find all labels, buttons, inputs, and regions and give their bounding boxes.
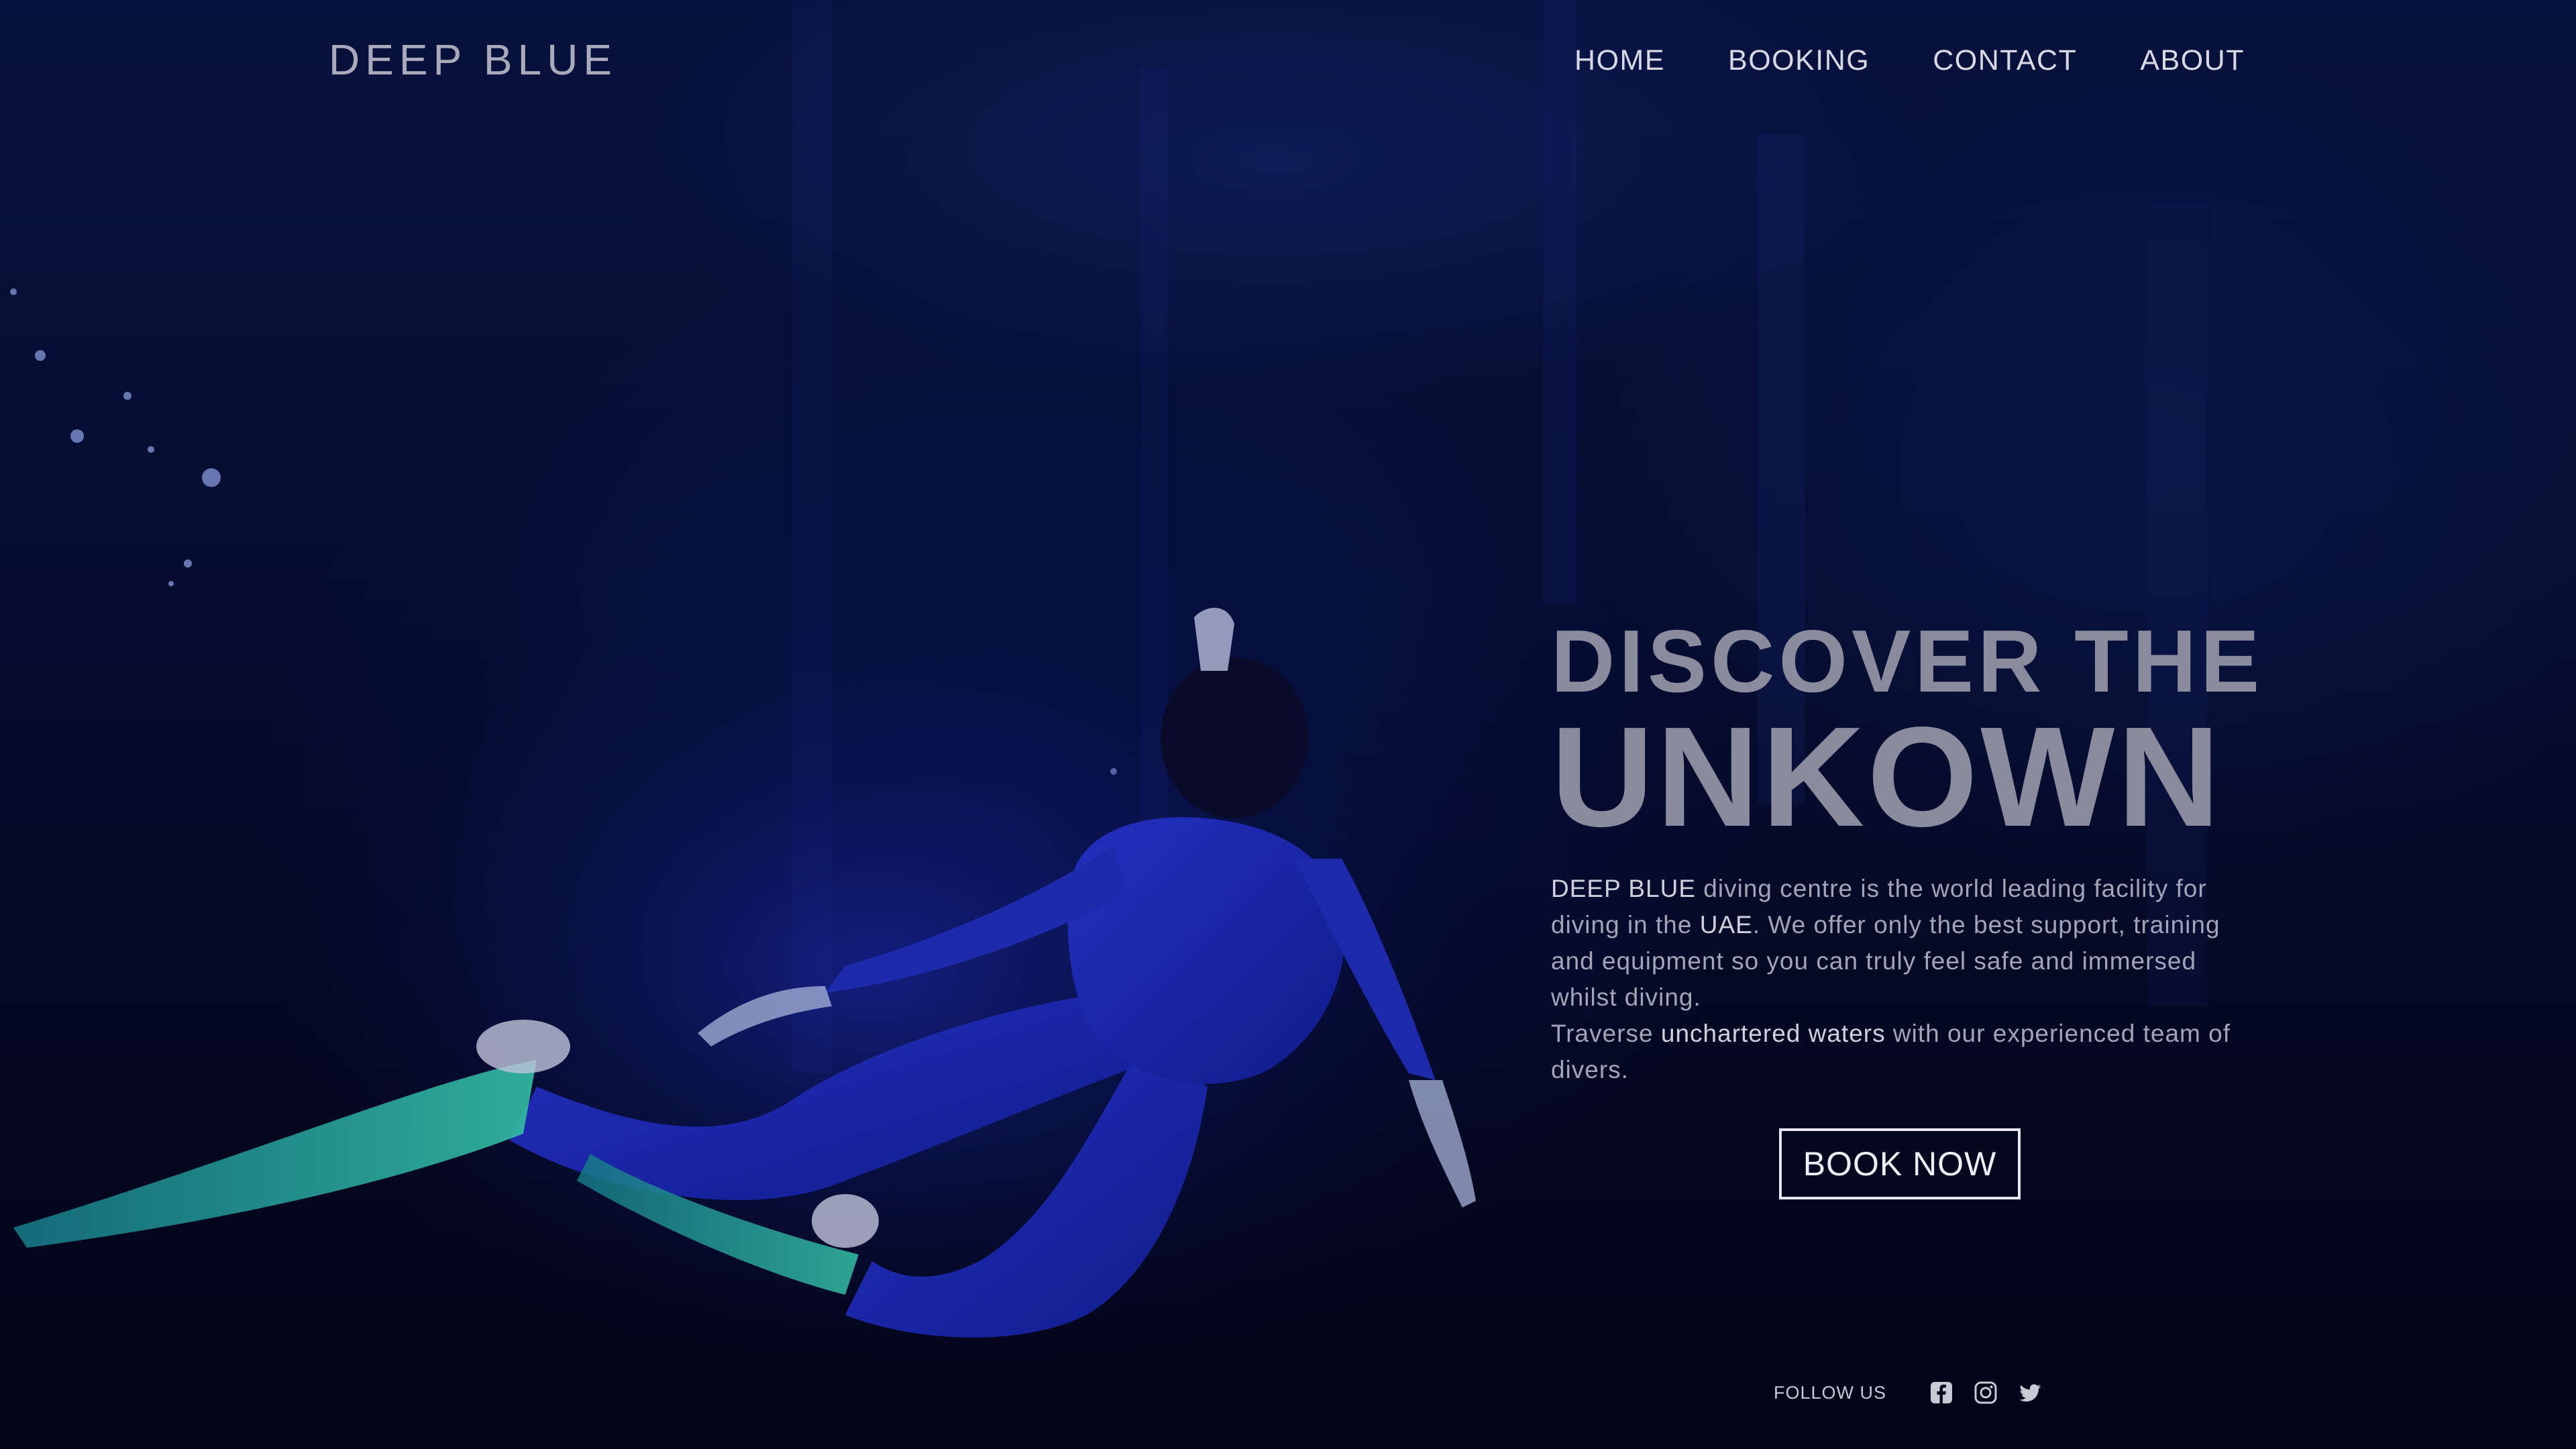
hero-description: DEEP BLUE diving centre is the world lea… bbox=[1551, 871, 2249, 1088]
headline-line-1: DISCOVER THE bbox=[1551, 612, 2264, 710]
description-uae: UAE bbox=[1699, 911, 1753, 938]
instagram-icon[interactable] bbox=[1974, 1381, 1998, 1405]
cta-container: BOOK NOW bbox=[1551, 1128, 2249, 1199]
description-text: Traverse bbox=[1551, 1020, 1661, 1047]
book-now-button[interactable]: BOOK NOW bbox=[1778, 1128, 2021, 1199]
follow-us-label: FOLLOW US bbox=[1774, 1382, 1887, 1403]
site-logo[interactable]: DEEP BLUE bbox=[329, 35, 617, 85]
nav-contact[interactable]: CONTACT bbox=[1933, 44, 2077, 77]
headline-line-2: UNKOWN bbox=[1551, 697, 2223, 856]
facebook-icon[interactable] bbox=[1929, 1381, 1953, 1405]
social-links: FOLLOW US bbox=[1774, 1381, 2062, 1405]
hero-content: DISCOVER THE UNKOWN DEEP BLUE diving cen… bbox=[1551, 612, 2264, 1199]
twitter-icon[interactable] bbox=[2018, 1381, 2042, 1405]
nav-home[interactable]: HOME bbox=[1574, 44, 1665, 77]
nav-booking[interactable]: BOOKING bbox=[1728, 44, 1870, 77]
nav-about[interactable]: ABOUT bbox=[2140, 44, 2245, 77]
main-nav: HOME BOOKING CONTACT ABOUT bbox=[1574, 44, 2245, 77]
description-highlight: unchartered waters bbox=[1660, 1020, 1886, 1047]
description-brand: DEEP BLUE bbox=[1551, 875, 1697, 902]
